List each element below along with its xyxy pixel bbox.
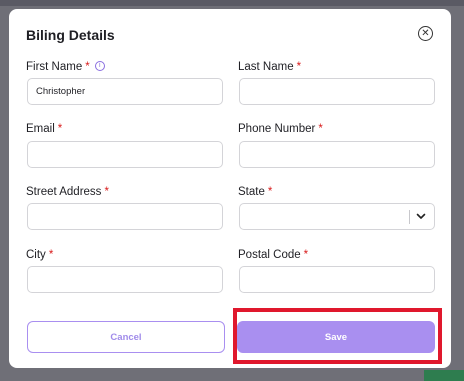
required-marker: *	[267, 186, 273, 198]
save-button[interactable]: Save	[237, 321, 435, 353]
phone-number-label: Phone Number *	[238, 123, 323, 135]
required-marker: *	[48, 249, 54, 261]
email-label-text: Email	[26, 123, 55, 135]
phone-number-label-text: Phone Number	[238, 123, 316, 135]
postal-code-label: Postal Code *	[238, 249, 308, 261]
info-icon[interactable]: i	[94, 60, 105, 71]
last-name-input[interactable]	[239, 78, 435, 105]
chevron-down-icon[interactable]	[414, 209, 428, 223]
state-label-text: State	[238, 186, 265, 198]
first-name-input[interactable]	[27, 78, 223, 105]
first-name-label-text: First Name	[26, 61, 83, 73]
state-select[interactable]	[239, 203, 435, 230]
city-label-text: City	[26, 249, 46, 261]
postal-code-label-text: Postal Code	[238, 249, 301, 261]
close-button[interactable]: ✕	[418, 26, 433, 41]
close-icon: ✕	[421, 27, 430, 39]
background-accent	[424, 370, 464, 381]
background-panel	[0, 0, 464, 6]
first-name-label: First Name * i	[26, 60, 105, 73]
city-label: City *	[26, 249, 53, 261]
select-divider	[409, 210, 410, 224]
postal-code-input[interactable]	[239, 266, 435, 293]
email-input[interactable]	[27, 141, 223, 168]
street-address-label-text: Street Address	[26, 186, 102, 198]
billing-details-modal: Biling Details ✕ First Name*i Last Name*…	[9, 9, 451, 368]
required-marker: *	[57, 123, 63, 135]
required-marker: *	[296, 61, 302, 73]
city-input[interactable]	[27, 266, 223, 293]
email-label: Email *	[26, 123, 62, 135]
cancel-button[interactable]: Cancel	[27, 321, 225, 353]
state-label: State *	[238, 186, 272, 198]
modal-title: Biling Details	[26, 27, 115, 43]
required-marker: *	[85, 61, 90, 73]
last-name-label-text: Last Name	[238, 61, 294, 73]
street-address-input[interactable]	[27, 203, 223, 230]
phone-number-input[interactable]	[239, 141, 435, 168]
last-name-label: Last Name *	[238, 61, 301, 73]
required-marker: *	[303, 249, 309, 261]
street-address-label: Street Address *	[26, 186, 109, 198]
required-marker: *	[104, 186, 109, 198]
required-marker: *	[318, 123, 323, 135]
